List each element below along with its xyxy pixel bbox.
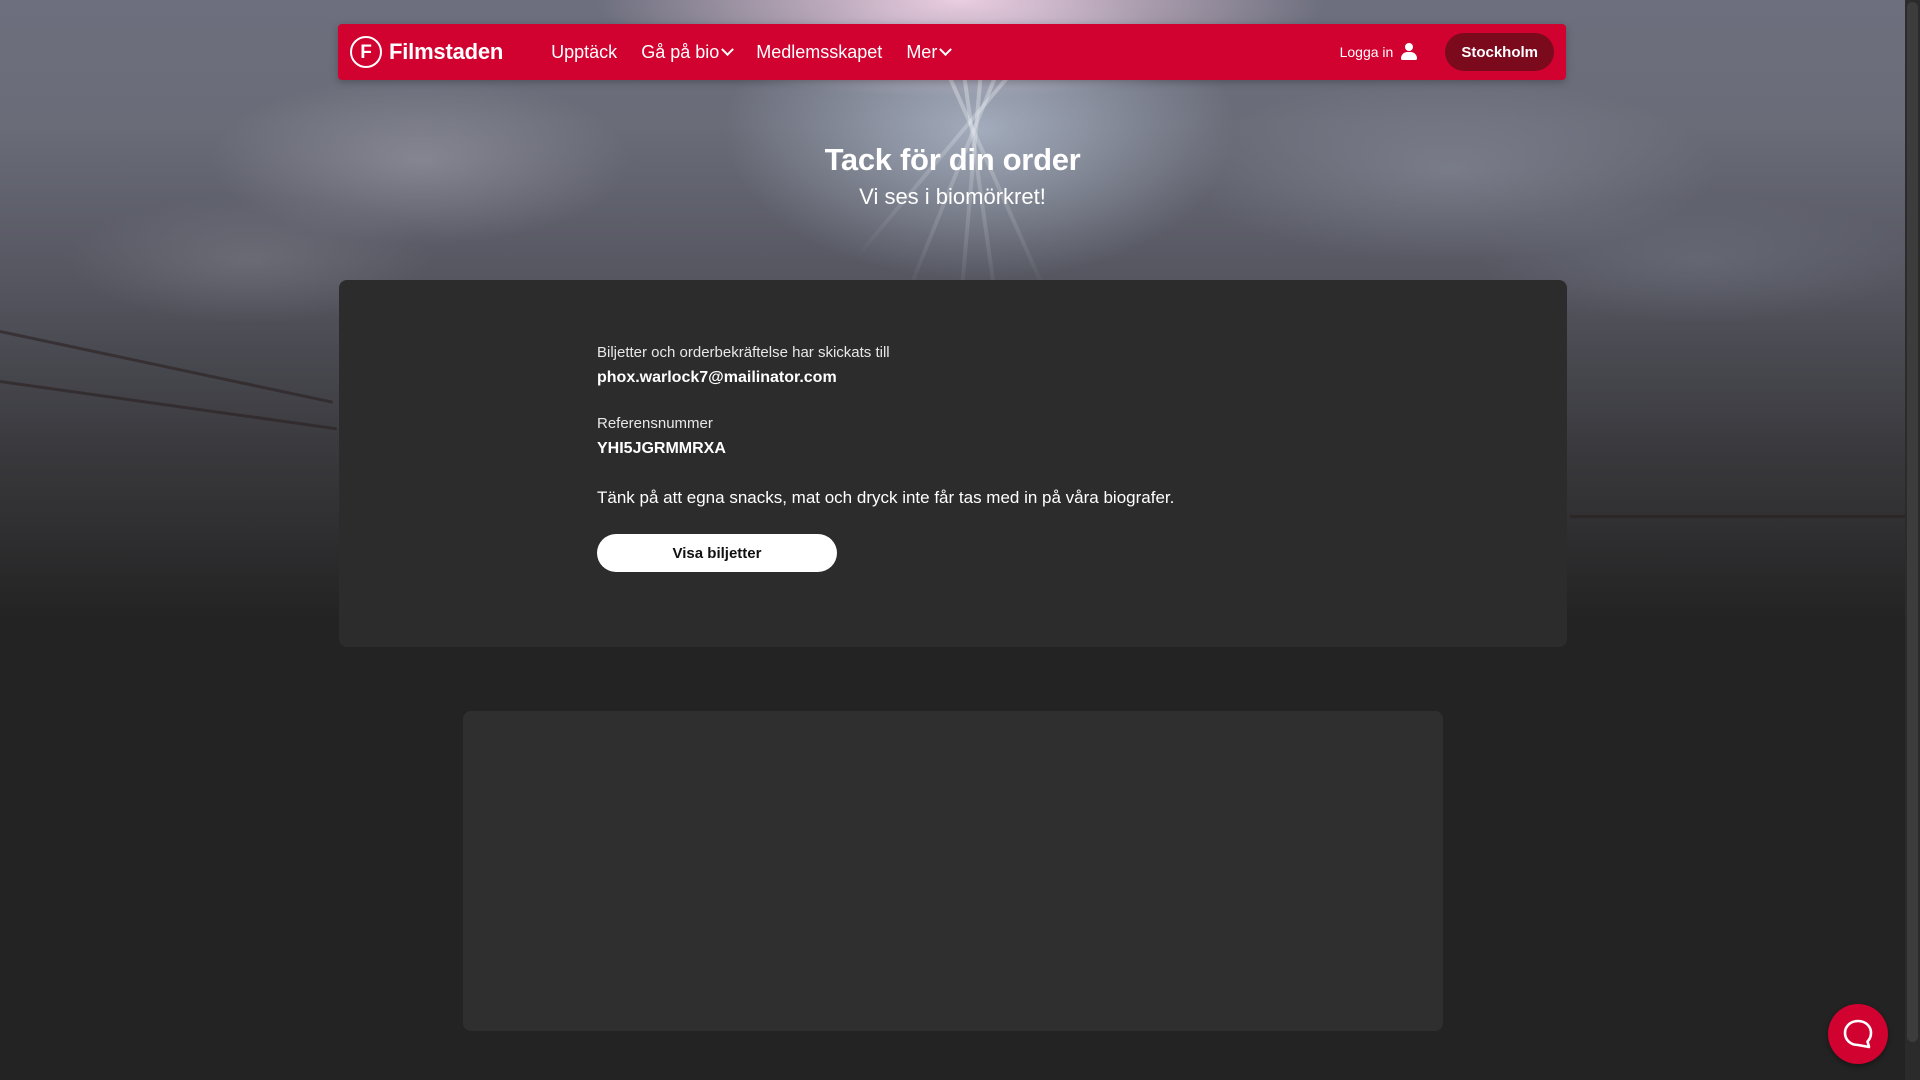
nav-item-mer[interactable]: Mer [906,41,953,63]
reference-label: Referensnummer [597,415,713,432]
confirmation-email: phox.warlock7@mailinator.com [597,369,837,386]
chat-bubble-icon [1843,1019,1873,1049]
nav-item-medlemsskapet[interactable]: Medlemsskapet [756,42,882,63]
view-tickets-button[interactable]: Visa biljetter [597,534,837,572]
user-icon [1401,43,1418,61]
reference-number: YHI5JGRMMRXA [597,440,726,457]
snacks-notice: Tänk på att egna snacks, mat och dryck i… [597,488,1175,507]
sent-to-label: Biljetter och orderbekräftelse har skick… [597,344,890,361]
scrollbar-thumb[interactable] [1907,2,1918,1042]
order-confirmation-content: Biljetter och orderbekräftelse har skick… [597,344,1174,572]
nav-item-label: Medlemsskapet [756,41,883,62]
content-placeholder-panel [463,711,1443,1031]
nav-item-label: Mer [906,41,938,62]
page-title: Tack för din order [824,142,1081,177]
chevron-down-icon [721,42,735,56]
view-tickets-label: Visa biljetter [672,544,762,562]
login-button[interactable]: Logga in [1340,43,1418,61]
nav-item-ga-pa-bio[interactable]: Gå på bio [641,41,735,63]
page-subtitle: Vi ses i biomörkret! [859,184,1046,209]
login-label: Logga in [1339,44,1394,60]
bridge-rail [0,380,337,431]
bridge-rail [0,330,333,404]
city-selector-button[interactable]: Stockholm [1445,33,1554,71]
city-label: Stockholm [1461,43,1538,61]
nav-links: Upptäck Gå på bio Medlemsskapet Mer [551,41,953,63]
order-confirmation-card: Biljetter och orderbekräftelse har skick… [339,280,1567,647]
chat-launcher-button[interactable] [1828,1004,1888,1064]
home-logo-link[interactable]: F Filmstaden [350,36,503,68]
nav-item-upptack[interactable]: Upptäck [551,42,617,63]
nav-item-label: Upptäck [551,41,618,62]
nav-right: Logga in Stockholm [1340,33,1566,71]
logo-letter: F [360,41,372,63]
main-navbar: F Filmstaden Upptäck Gå på bio Medlemssk… [338,24,1566,80]
nav-item-label: Gå på bio [641,41,720,62]
chevron-down-icon [939,42,953,56]
filmstaden-logo-icon: F [350,36,382,68]
logo-wordmark: Filmstaden [389,39,504,64]
bridge-rail [1570,515,1905,518]
page-scrollbar[interactable] [1905,0,1920,1080]
